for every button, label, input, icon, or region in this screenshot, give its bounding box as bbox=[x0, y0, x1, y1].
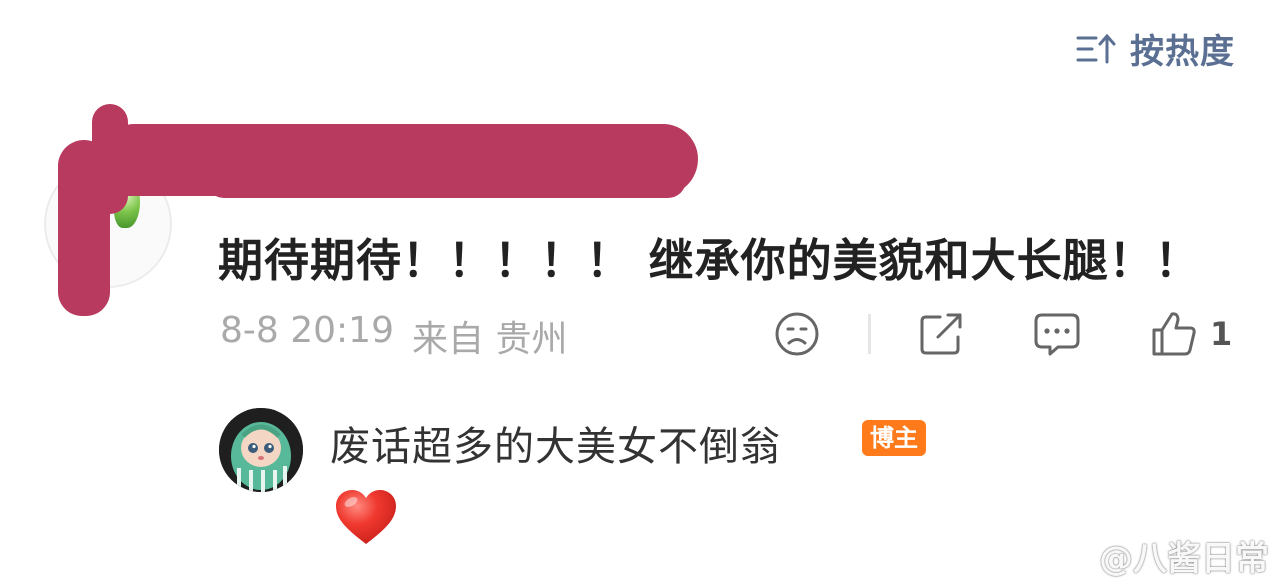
sort-by-hot-button[interactable]: 按热度 bbox=[1076, 24, 1235, 73]
sort-icon bbox=[1076, 32, 1118, 66]
weibo-logo-icon bbox=[1055, 534, 1095, 577]
comment-meta: 8-8 20:19 来自 贵州 bbox=[220, 310, 567, 362]
comment-bubble-icon bbox=[1032, 311, 1082, 357]
reply-username[interactable]: 废话超多的大美女不倒翁 bbox=[330, 414, 781, 472]
comment-date: 8-8 20:19 bbox=[220, 310, 394, 351]
comment-text: 期待期待！！！！！ 继承你的美貌和大长腿！！ bbox=[218, 234, 1201, 287]
like-count: 1 bbox=[1210, 315, 1233, 353]
redaction-mark bbox=[206, 162, 686, 198]
comment-location: 来自 贵州 bbox=[412, 319, 568, 360]
action-divider bbox=[868, 314, 871, 354]
share-button[interactable] bbox=[918, 310, 966, 358]
blogger-badge: 博主 bbox=[862, 420, 926, 456]
share-icon bbox=[918, 311, 966, 357]
heart-emoji-icon bbox=[334, 488, 398, 550]
watermark-text: @八酱日常 bbox=[1099, 539, 1269, 579]
reply-avatar[interactable] bbox=[219, 408, 303, 492]
reply-button[interactable] bbox=[1032, 310, 1082, 358]
dislike-button[interactable] bbox=[774, 310, 820, 358]
like-button[interactable]: 1 bbox=[1150, 310, 1232, 358]
weibo-watermark: @八酱日常 bbox=[1055, 531, 1269, 580]
thumbs-up-icon bbox=[1150, 310, 1198, 358]
sad-face-icon bbox=[774, 311, 820, 357]
sort-label: 按热度 bbox=[1130, 32, 1235, 72]
